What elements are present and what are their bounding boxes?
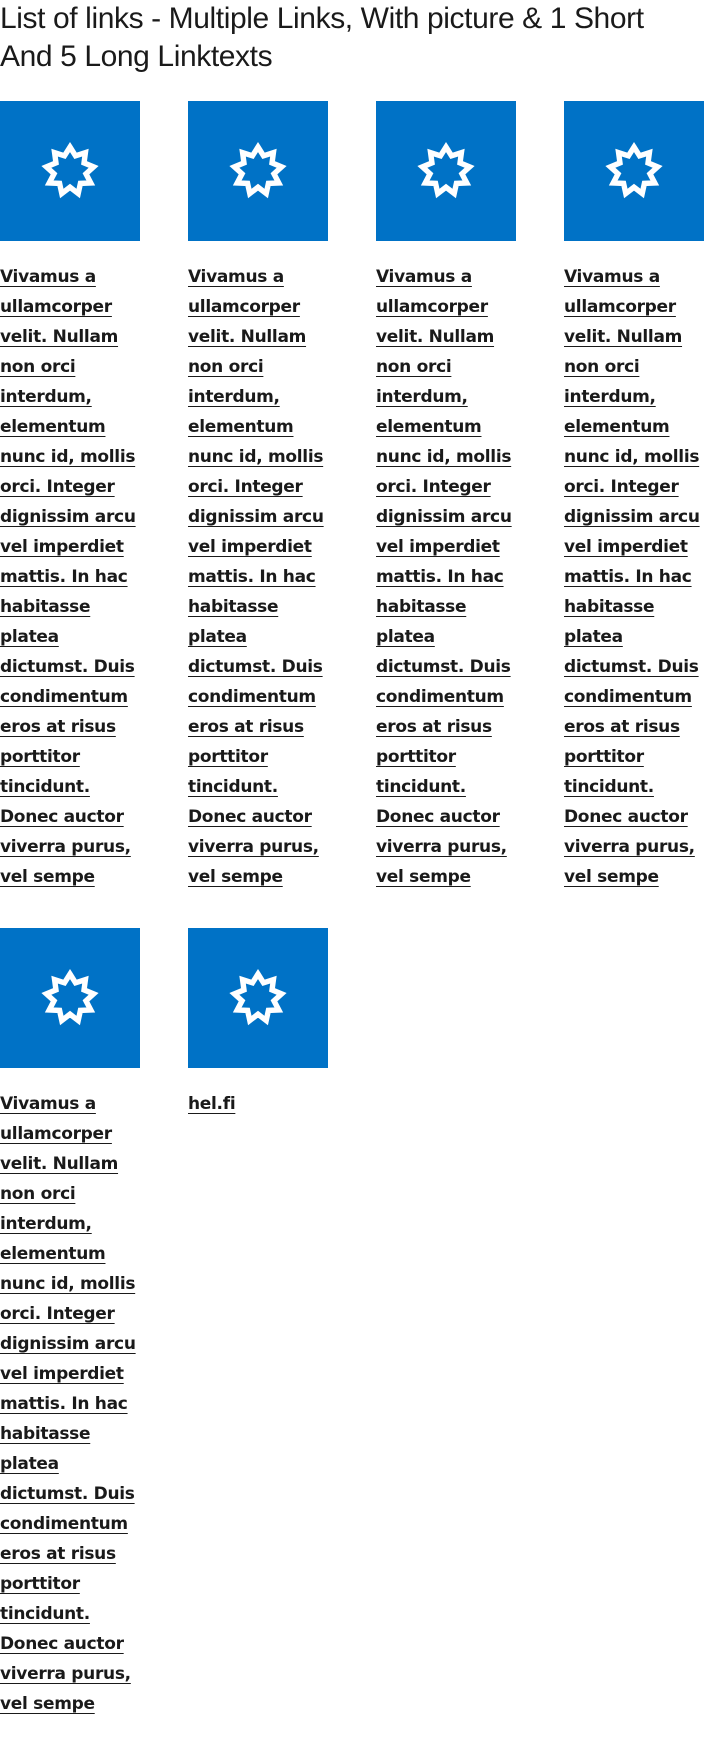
- page-title: List of links - Multiple Links, With pic…: [0, 2, 644, 73]
- link-text[interactable]: hel.fi: [188, 1089, 328, 1119]
- link-image: [188, 928, 328, 1068]
- link-image: [188, 101, 328, 241]
- link-text[interactable]: Vivamus a ullamcorper velit. Nullam non …: [564, 262, 704, 892]
- link-card[interactable]: Vivamus a ullamcorper velit. Nullam non …: [0, 928, 140, 1719]
- link-card[interactable]: Vivamus a ullamcorper velit. Nullam non …: [188, 101, 328, 892]
- link-image: [0, 928, 140, 1068]
- page: List of links - Multiple Links, With pic…: [0, 0, 704, 1737]
- link-card[interactable]: Vivamus a ullamcorper velit. Nullam non …: [376, 101, 516, 892]
- link-list: Vivamus a ullamcorper velit. Nullam non …: [0, 101, 704, 1719]
- helsinki-star-icon: [416, 141, 476, 201]
- link-text[interactable]: Vivamus a ullamcorper velit. Nullam non …: [188, 262, 328, 892]
- link-text[interactable]: Vivamus a ullamcorper velit. Nullam non …: [376, 262, 516, 892]
- link-image: [376, 101, 516, 241]
- link-text[interactable]: Vivamus a ullamcorper velit. Nullam non …: [0, 1089, 140, 1719]
- link-image: [564, 101, 704, 241]
- link-image: [0, 101, 140, 241]
- helsinki-star-icon: [228, 968, 288, 1028]
- helsinki-star-icon: [40, 968, 100, 1028]
- link-card[interactable]: Vivamus a ullamcorper velit. Nullam non …: [0, 101, 140, 892]
- link-card[interactable]: Vivamus a ullamcorper velit. Nullam non …: [564, 101, 704, 892]
- helsinki-star-icon: [228, 141, 288, 201]
- helsinki-star-icon: [40, 141, 100, 201]
- helsinki-star-icon: [604, 141, 664, 201]
- link-text[interactable]: Vivamus a ullamcorper velit. Nullam non …: [0, 262, 140, 892]
- link-card[interactable]: hel.fi: [188, 928, 328, 1719]
